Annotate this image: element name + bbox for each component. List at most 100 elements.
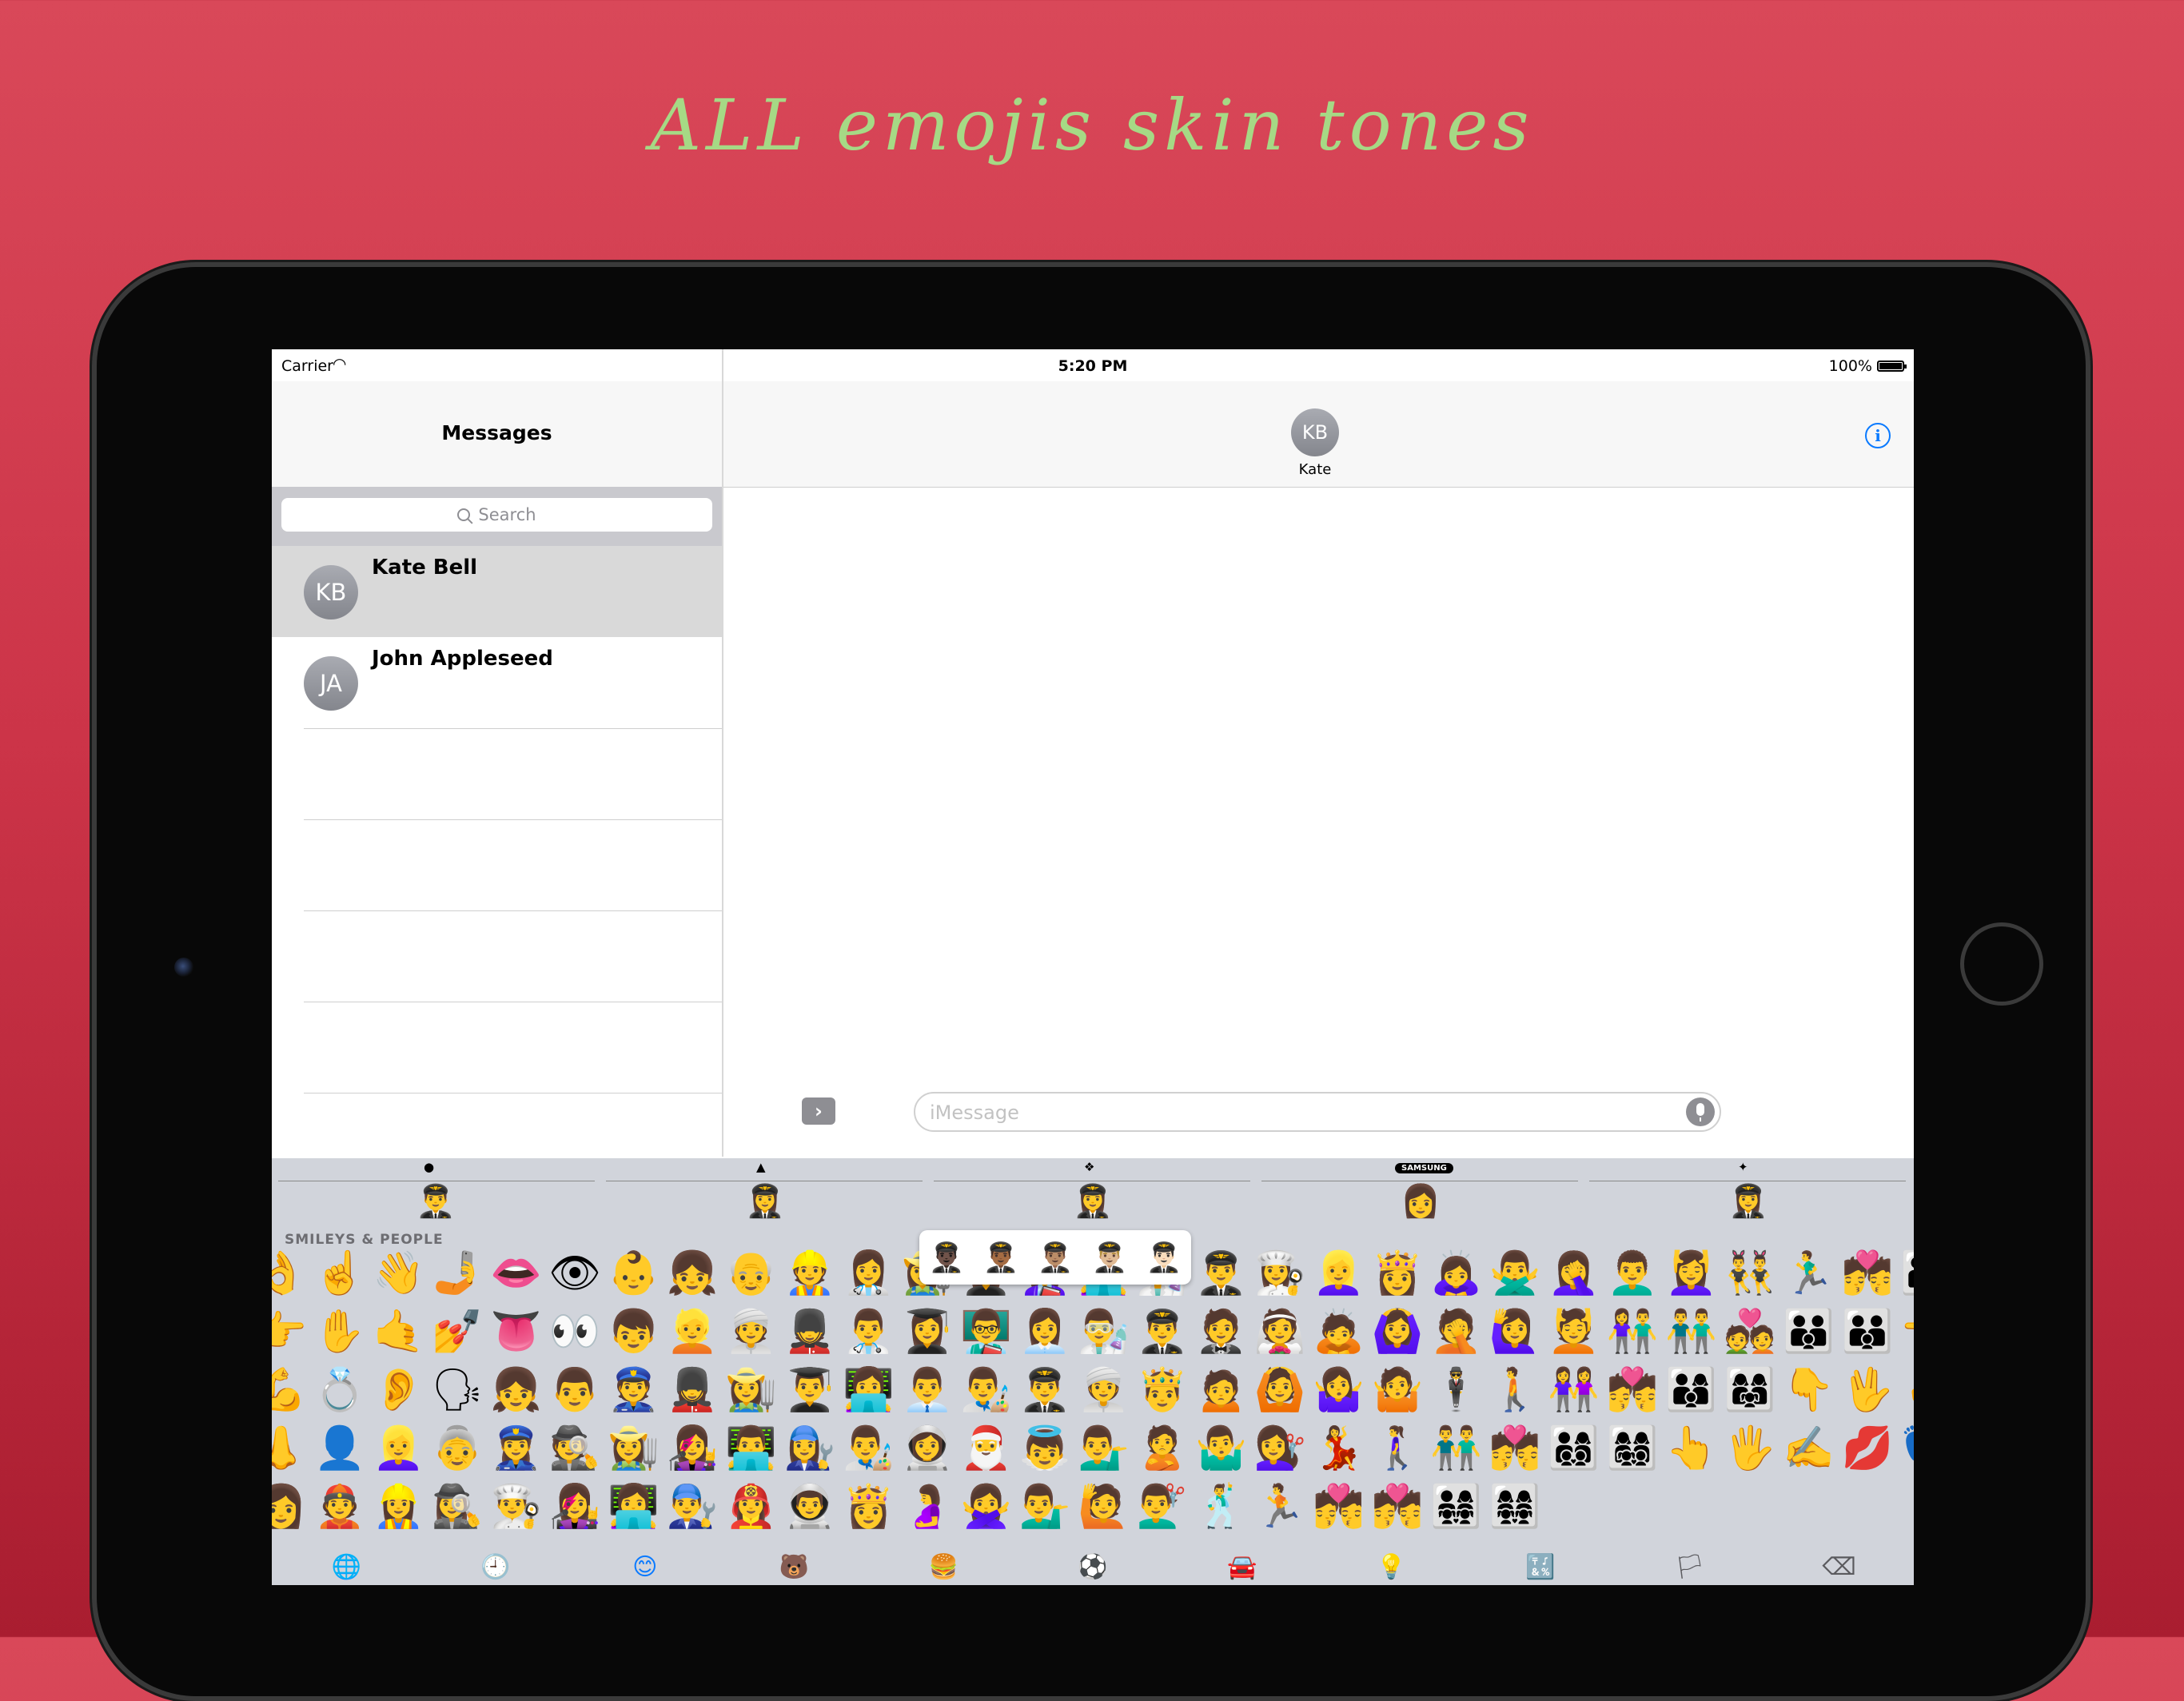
conversation-row-john-appleseed[interactable]: JA John Appleseed bbox=[272, 637, 722, 728]
emoji-key[interactable]: 💪 bbox=[272, 1361, 311, 1420]
skin-tone-option[interactable]: 👨🏻‍✈️ bbox=[1146, 1241, 1182, 1274]
delete-icon[interactable]: ⌫ bbox=[1815, 1553, 1863, 1581]
emoji-key[interactable]: 💏 bbox=[1369, 1478, 1428, 1536]
emoji-key[interactable]: 👆 bbox=[1662, 1420, 1721, 1478]
emoji-key[interactable]: 🤷‍♀️ bbox=[1309, 1361, 1369, 1420]
emoji-key[interactable] bbox=[1604, 1478, 1663, 1536]
emoji-key[interactable]: 👱‍♀️ bbox=[1309, 1245, 1369, 1303]
emoji-key[interactable]: 💏 bbox=[1309, 1478, 1369, 1536]
source-emoji-samsung[interactable]: 👩 bbox=[1401, 1182, 1441, 1220]
emoji-key[interactable]: 👩‍🔧 bbox=[781, 1420, 840, 1478]
globe-icon[interactable]: 🌐 bbox=[322, 1553, 370, 1581]
emoji-key[interactable]: 👩‍💻 bbox=[604, 1478, 664, 1536]
emoji-key[interactable]: 👤 bbox=[311, 1420, 370, 1478]
emoji-key[interactable]: 👭 bbox=[1544, 1361, 1604, 1420]
emoji-key[interactable]: 👩‍💼 bbox=[1016, 1303, 1075, 1361]
emoji-key[interactable]: 👨‍👩‍👦‍👦 bbox=[1544, 1420, 1604, 1478]
emoji-key[interactable]: 🚶 bbox=[1486, 1361, 1545, 1420]
emoji-key[interactable]: 👩‍🚀 bbox=[899, 1420, 958, 1478]
emoji-key[interactable]: 🕵️ bbox=[546, 1420, 605, 1478]
emoji-key[interactable]: 🤴 bbox=[1134, 1361, 1193, 1420]
emoji-key[interactable]: 👨 bbox=[546, 1361, 605, 1420]
emoji-key[interactable]: 👩‍👩‍👧‍👦 bbox=[1604, 1420, 1663, 1478]
emoji-key[interactable]: 👱 bbox=[664, 1303, 723, 1361]
emoji-key[interactable]: 🤙 bbox=[369, 1303, 428, 1361]
emoji-key[interactable]: 👩‍🍳 bbox=[1251, 1245, 1310, 1303]
emoji-key[interactable]: 👦 bbox=[604, 1303, 664, 1361]
emoji-key[interactable]: 🤵 bbox=[1192, 1303, 1251, 1361]
emoji-key[interactable]: 🙆 bbox=[1251, 1361, 1310, 1420]
emoji-key[interactable]: 👃 bbox=[272, 1420, 311, 1478]
emoji-key[interactable]: 👮‍♀️ bbox=[487, 1420, 546, 1478]
emoji-key[interactable]: 👲 bbox=[311, 1478, 370, 1536]
emoji-key[interactable]: 🗣 bbox=[428, 1361, 488, 1420]
emoji-key[interactable]: 👷 bbox=[781, 1245, 840, 1303]
emoji-key[interactable]: 👨‍🦱 bbox=[1604, 1245, 1663, 1303]
emoji-key[interactable]: 👨‍🔧 bbox=[664, 1478, 723, 1536]
emoji-key[interactable]: 👩‍🎤 bbox=[546, 1478, 605, 1536]
skin-tone-option[interactable]: 👨🏾‍✈️ bbox=[983, 1241, 1019, 1274]
emoji-key[interactable]: 👋 bbox=[369, 1245, 428, 1303]
emoji-key[interactable]: 💑 bbox=[1721, 1303, 1780, 1361]
emoji-key[interactable]: 🤷‍♂️ bbox=[1192, 1420, 1251, 1478]
emoji-key[interactable]: 🙍 bbox=[1192, 1361, 1251, 1420]
emoji-key[interactable]: 👮 bbox=[604, 1361, 664, 1420]
emoji-key[interactable]: 👶 bbox=[604, 1245, 664, 1303]
emoji-key[interactable]: 👧 bbox=[487, 1361, 546, 1420]
emoji-key[interactable]: 👄 bbox=[487, 1245, 546, 1303]
emoji-key[interactable]: 💃 bbox=[1309, 1420, 1369, 1478]
emoji-key[interactable]: ✋ bbox=[311, 1303, 370, 1361]
emoji-key[interactable]: 💏 bbox=[1486, 1420, 1545, 1478]
emoji-key[interactable]: 👩‍🚒 bbox=[722, 1478, 781, 1536]
skin-tone-option[interactable]: 👨🏿‍✈️ bbox=[929, 1241, 965, 1274]
emoji-key[interactable]: 👨‍🎨 bbox=[839, 1420, 899, 1478]
flag-icon[interactable]: 🏳 bbox=[1666, 1553, 1714, 1581]
emoji-key[interactable]: 👅 bbox=[487, 1303, 546, 1361]
recent-clock-icon[interactable]: 🕘 bbox=[472, 1553, 520, 1581]
emoji-key[interactable]: 👸 bbox=[1369, 1245, 1428, 1303]
lightbulb-icon[interactable]: 💡 bbox=[1367, 1553, 1415, 1581]
emoji-key[interactable]: 👸 bbox=[839, 1478, 899, 1536]
emoji-key[interactable] bbox=[1721, 1478, 1780, 1536]
imessage-input[interactable]: iMessage bbox=[914, 1092, 1721, 1132]
emoji-key[interactable]: 👁 bbox=[546, 1245, 605, 1303]
emoji-key[interactable]: 💋 bbox=[1839, 1420, 1898, 1478]
emoji-key[interactable]: 👩‍👩‍👧‍👧 bbox=[1486, 1478, 1545, 1536]
emoji-key[interactable]: 👉 bbox=[272, 1303, 311, 1361]
emoji-key[interactable]: 👼 bbox=[1016, 1420, 1075, 1478]
emoji-key[interactable]: 🕵️‍♀️ bbox=[428, 1478, 488, 1536]
emoji-key[interactable]: 💇‍♀️ bbox=[1251, 1420, 1310, 1478]
emoji-key[interactable]: 👧 bbox=[664, 1245, 723, 1303]
info-icon[interactable]: i bbox=[1865, 423, 1891, 448]
emoji-key[interactable]: ✍️ bbox=[1779, 1420, 1839, 1478]
emoji-key[interactable]: 👨‍💼 bbox=[899, 1361, 958, 1420]
emoji-key[interactable]: 👵 bbox=[428, 1420, 488, 1478]
emoji-key[interactable]: 👪 bbox=[1779, 1303, 1839, 1361]
emoji-key[interactable]: ☝️ bbox=[311, 1245, 370, 1303]
emoji-key[interactable]: 👨‍✈️ bbox=[1192, 1245, 1251, 1303]
emoji-key[interactable]: 👬 bbox=[1662, 1303, 1721, 1361]
skin-tone-option[interactable]: 👨🏽‍✈️ bbox=[1038, 1241, 1074, 1274]
skin-tone-option[interactable]: 👨🏼‍✈️ bbox=[1092, 1241, 1128, 1274]
emoji-key[interactable]: 💏 bbox=[1839, 1245, 1898, 1303]
emoji-key[interactable]: 👨‍🎨 bbox=[957, 1361, 1016, 1420]
emoji-key[interactable]: 👩‍🌾 bbox=[604, 1420, 664, 1478]
emoji-key[interactable]: 👨‍👩‍👧‍👧 bbox=[1427, 1478, 1486, 1536]
emoji-key[interactable]: 💂 bbox=[781, 1303, 840, 1361]
emoji-key[interactable]: 🤰 bbox=[899, 1478, 958, 1536]
source-emoji-apple[interactable]: 👨‍✈️ bbox=[416, 1182, 456, 1220]
emoji-key[interactable]: 👨‍🚀 bbox=[781, 1478, 840, 1536]
emoji-key[interactable] bbox=[1779, 1478, 1839, 1536]
emoji-key[interactable]: 👨‍👩‍👧 bbox=[1897, 1245, 1914, 1303]
emoji-key[interactable]: 👈 bbox=[1897, 1303, 1914, 1361]
emoji-key[interactable]: 👳 bbox=[722, 1303, 781, 1361]
emoji-key[interactable] bbox=[1897, 1478, 1914, 1536]
emoji-key[interactable]: 👰 bbox=[1251, 1303, 1310, 1361]
emoji-key[interactable]: 🙅‍♀️ bbox=[957, 1478, 1016, 1536]
emoji-key[interactable]: 🕺 bbox=[1192, 1478, 1251, 1536]
microphone-icon[interactable] bbox=[1686, 1097, 1715, 1126]
emoji-key[interactable]: 👀 bbox=[546, 1303, 605, 1361]
emoji-key[interactable]: 👨‍👨‍👦 bbox=[1839, 1303, 1898, 1361]
emoji-key[interactable]: 👣 bbox=[1897, 1420, 1914, 1478]
emoji-key[interactable]: 👩‍👩‍👧 bbox=[1721, 1361, 1780, 1420]
